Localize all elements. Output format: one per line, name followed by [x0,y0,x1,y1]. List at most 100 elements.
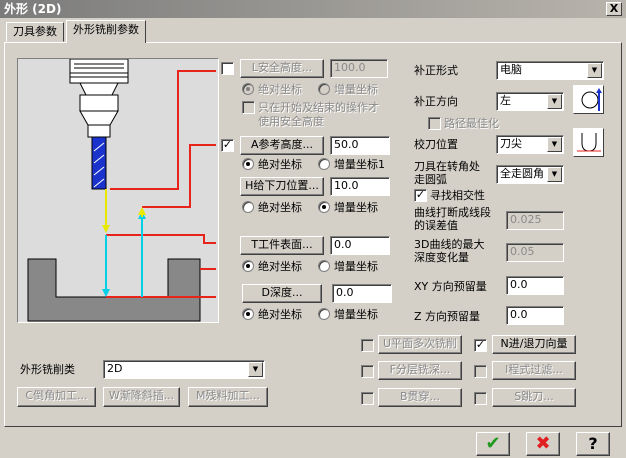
depth-abs-label: 绝对坐标 [258,308,302,321]
depth-input[interactable]: 0.0 [332,284,392,303]
safety-abs-radio[interactable] [242,83,254,95]
retract-abs-radio[interactable] [242,158,254,170]
max-depth-input[interactable]: 0.05 [506,243,564,262]
optimize-checkbox[interactable] [428,117,441,130]
tab-tool-params-label: 刀具参数 [13,25,57,38]
safety-inc-radio[interactable] [318,83,330,95]
max-depth-label-2: 深度变化量 [414,251,469,264]
z-stock-input[interactable]: 0.0 [506,306,564,325]
window-title: 外形 (2D) [4,2,62,16]
lead-in-out-checkbox[interactable]: ✓ [474,339,487,352]
corner-select[interactable]: 全走圆角 ▼ [496,165,564,184]
comp-dir-select[interactable]: 左 ▼ [496,92,564,111]
corner-label-1: 刀具在转角处 [414,160,480,173]
tab-contour-params[interactable]: 外形铣削参数 [66,20,146,43]
holder-body [79,94,119,112]
safety-abs-label: 绝对坐标 [258,83,302,96]
top-of-stock-input[interactable]: 0.0 [330,236,390,255]
depth-abs-radio[interactable] [242,308,254,320]
ramp-button[interactable]: W渐降斜插... [103,387,180,407]
help-icon: ? [588,434,598,453]
top-inc-label: 增量坐标 [334,260,378,273]
tolerance-label-1: 曲线打断成线段 [414,206,491,219]
chevron-down-icon: ▼ [248,362,263,377]
depth-inc-radio[interactable] [318,308,330,320]
holder-top [69,59,129,84]
infinite-look-ahead-label: 寻找相交性 [430,189,485,202]
tolerance-label-2: 的误差值 [414,219,458,232]
comp-dir-value: 左 [500,94,511,107]
tab-tool-params[interactable]: 刀具参数 [6,22,64,42]
xy-stock-input[interactable]: 0.0 [506,276,564,295]
close-icon: X [609,2,619,15]
feed-abs-radio[interactable] [242,201,254,213]
tolerance-input[interactable]: 0.025 [506,211,564,230]
chevron-down-icon: ▼ [587,63,602,78]
feed-plane-input[interactable]: 10.0 [330,177,390,196]
break-through-checkbox[interactable] [361,392,374,405]
only-start-end-label: 只在开始及结束的操作才 [258,101,379,114]
comp-type-select[interactable]: 电脑 ▼ [496,61,604,80]
cross-icon: ✖ [535,433,551,454]
depth-cuts-checkbox[interactable] [361,365,374,378]
checkmark-icon: ✔ [485,433,501,454]
contour-diagram [17,58,219,323]
contour-type-label: 外形铣削类 [20,363,75,376]
remachine-button[interactable]: M残料加工... [188,387,268,407]
use-safety-label: 使用安全高度 [258,115,324,128]
tip-comp-value: 刀尖 [500,137,522,150]
corner-value: 全走圆角 [500,167,544,180]
comp-direction-icon [573,85,604,114]
top-of-stock-button[interactable]: T工件表面... [240,236,324,255]
optimize-label: 路径最佳化 [444,117,499,130]
tab-contour-params-label: 外形铣削参数 [73,23,139,36]
infinite-look-ahead-checkbox[interactable]: ✓ [414,189,427,202]
retract-abs-label: 绝对坐标 [258,158,302,171]
safety-height-checkbox[interactable] [221,62,234,75]
top-inc-radio[interactable] [318,260,330,272]
diagram-illustration [27,59,216,322]
comp-type-value: 电脑 [500,63,522,76]
feed-plane-button[interactable]: H给下刀位置... [240,177,324,196]
comp-dir-label: 补正方向 [414,95,458,108]
corner-label-2: 走圆弧 [414,173,447,186]
tabs-button[interactable]: S跳刀... [492,388,576,407]
chevron-down-icon: ▼ [547,167,562,182]
tip-comp-select[interactable]: 刀尖 ▼ [496,135,564,154]
multi-pass-button[interactable]: U平面多次铣削 [378,335,462,354]
retract-inc-label: 增量坐标1 [334,158,385,171]
cancel-button[interactable]: ✖ [526,432,560,456]
multi-pass-checkbox[interactable] [361,339,374,352]
retract-inc-radio[interactable] [318,158,330,170]
z-stock-label: Z 方向预留量 [414,310,481,323]
depth-inc-label: 增量坐标 [334,308,378,321]
feed-abs-label: 绝对坐标 [258,201,302,214]
tabs-checkbox[interactable] [474,392,487,405]
workpiece [27,258,201,322]
retract-height-checkbox[interactable]: ✓ [221,139,234,152]
close-button[interactable]: X [606,2,622,16]
only-start-end-checkbox[interactable] [242,101,255,114]
xy-stock-label: XY 方向预留量 [414,280,487,293]
filter-checkbox[interactable] [474,365,487,378]
safety-height-button[interactable]: L安全高度... [240,59,324,78]
help-button[interactable]: ? [576,432,610,456]
feed-inc-label: 增量坐标 [334,201,378,214]
safety-inc-label: 增量坐标 [334,83,378,96]
filter-button[interactable]: I程式过滤... [492,361,576,380]
depth-cuts-button[interactable]: F分层铣深... [378,361,462,380]
retract-height-input[interactable]: 50.0 [330,136,390,155]
lead-in-out-button[interactable]: N进/退刀向量 [492,335,576,354]
break-through-button[interactable]: B贯穿... [378,388,462,407]
comp-type-label: 补正形式 [414,64,458,77]
chamfer-button[interactable]: C倒角加工... [17,387,96,407]
retract-height-button[interactable]: A参考高度... [240,136,324,155]
safety-height-input[interactable]: 100.0 [330,59,388,78]
top-abs-radio[interactable] [242,260,254,272]
feed-inc-radio[interactable] [318,201,330,213]
ok-button[interactable]: ✔ [476,432,510,456]
tip-comp-label: 校刀位置 [414,138,458,151]
depth-button[interactable]: D深度... [242,284,322,303]
contour-type-select[interactable]: 2D ▼ [103,360,265,379]
chevron-down-icon: ▼ [547,94,562,109]
